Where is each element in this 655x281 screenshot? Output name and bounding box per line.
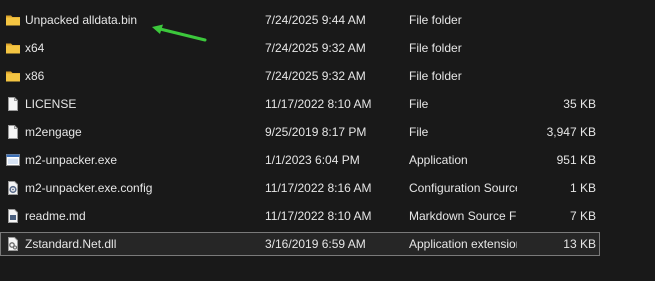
file-name: Unpacked alldata.bin: [25, 13, 138, 27]
date-modified: 9/25/2019 8:17 PM: [265, 125, 367, 139]
file-row-m2engage[interactable]: m2engage 9/25/2019 8:17 PM File 3,947 KB: [0, 120, 600, 144]
date-modified: 11/17/2022 8:10 AM: [265, 209, 372, 223]
generic-file-icon: [8, 125, 18, 139]
date-modified: 7/24/2025 9:32 AM: [265, 41, 366, 55]
date-modified: 11/17/2022 8:10 AM: [265, 97, 372, 111]
date-modified: 7/24/2025 9:32 AM: [265, 69, 366, 83]
file-type: File folder: [409, 41, 462, 55]
file-type: Configuration Source File: [409, 181, 517, 195]
file-name: m2-unpacker.exe.config: [25, 181, 153, 195]
file-name: readme.md: [25, 209, 86, 223]
file-type: File: [409, 97, 429, 111]
file-row-x64[interactable]: x64 7/24/2025 9:32 AM File folder: [0, 36, 600, 60]
file-type: Application extension: [409, 237, 517, 251]
file-row-m2-unpacker-exe[interactable]: m2-unpacker.exe 1/1/2023 6:04 PM Applica…: [0, 148, 600, 172]
file-size: 1 KB: [569, 181, 596, 195]
date-modified: 3/16/2019 6:59 AM: [265, 237, 366, 251]
file-type: Markdown Source File: [409, 209, 517, 223]
file-row-zstandard-net-dll[interactable]: Zstandard.Net.dll 3/16/2019 6:59 AM Appl…: [0, 232, 600, 256]
file-size: 35 KB: [563, 97, 596, 111]
file-name: Zstandard.Net.dll: [25, 237, 117, 251]
file-name: LICENSE: [25, 97, 77, 111]
date-modified: 1/1/2023 6:04 PM: [265, 153, 360, 167]
markdown-file-icon: [8, 209, 18, 223]
file-name: x86: [25, 69, 45, 83]
file-size: 13 KB: [563, 237, 596, 251]
file-row-x86[interactable]: x86 7/24/2025 9:32 AM File folder: [0, 64, 600, 88]
application-icon: [6, 154, 20, 166]
file-row-unpacked-alldata-bin[interactable]: Unpacked alldata.bin 7/24/2025 9:44 AM F…: [0, 8, 600, 32]
file-size: 951 KB: [556, 153, 596, 167]
file-name: m2engage: [25, 125, 82, 139]
folder-icon: [6, 15, 20, 26]
config-file-icon: [8, 181, 18, 195]
file-type: File folder: [409, 69, 462, 83]
file-size: 7 KB: [569, 209, 596, 223]
file-row-readme-md[interactable]: readme.md 11/17/2022 8:10 AM Markdown So…: [0, 204, 600, 228]
file-type: File folder: [409, 13, 462, 27]
dll-file-icon: [8, 237, 18, 251]
annotation-arrow-icon: [152, 24, 207, 42]
date-modified: 11/17/2022 8:16 AM: [265, 181, 372, 195]
file-size: 3,947 KB: [546, 125, 596, 139]
file-row-license[interactable]: LICENSE 11/17/2022 8:10 AM File 35 KB: [0, 92, 600, 116]
file-name: x64: [25, 41, 45, 55]
file-name: m2-unpacker.exe: [25, 153, 118, 167]
folder-icon: [6, 43, 20, 54]
file-row-m2-unpacker-exe-config[interactable]: m2-unpacker.exe.config 11/17/2022 8:16 A…: [0, 176, 600, 200]
date-modified: 7/24/2025 9:44 AM: [265, 13, 366, 27]
file-type: File: [409, 125, 429, 139]
file-type: Application: [409, 153, 468, 167]
folder-icon: [6, 71, 20, 82]
generic-file-icon: [8, 97, 18, 111]
